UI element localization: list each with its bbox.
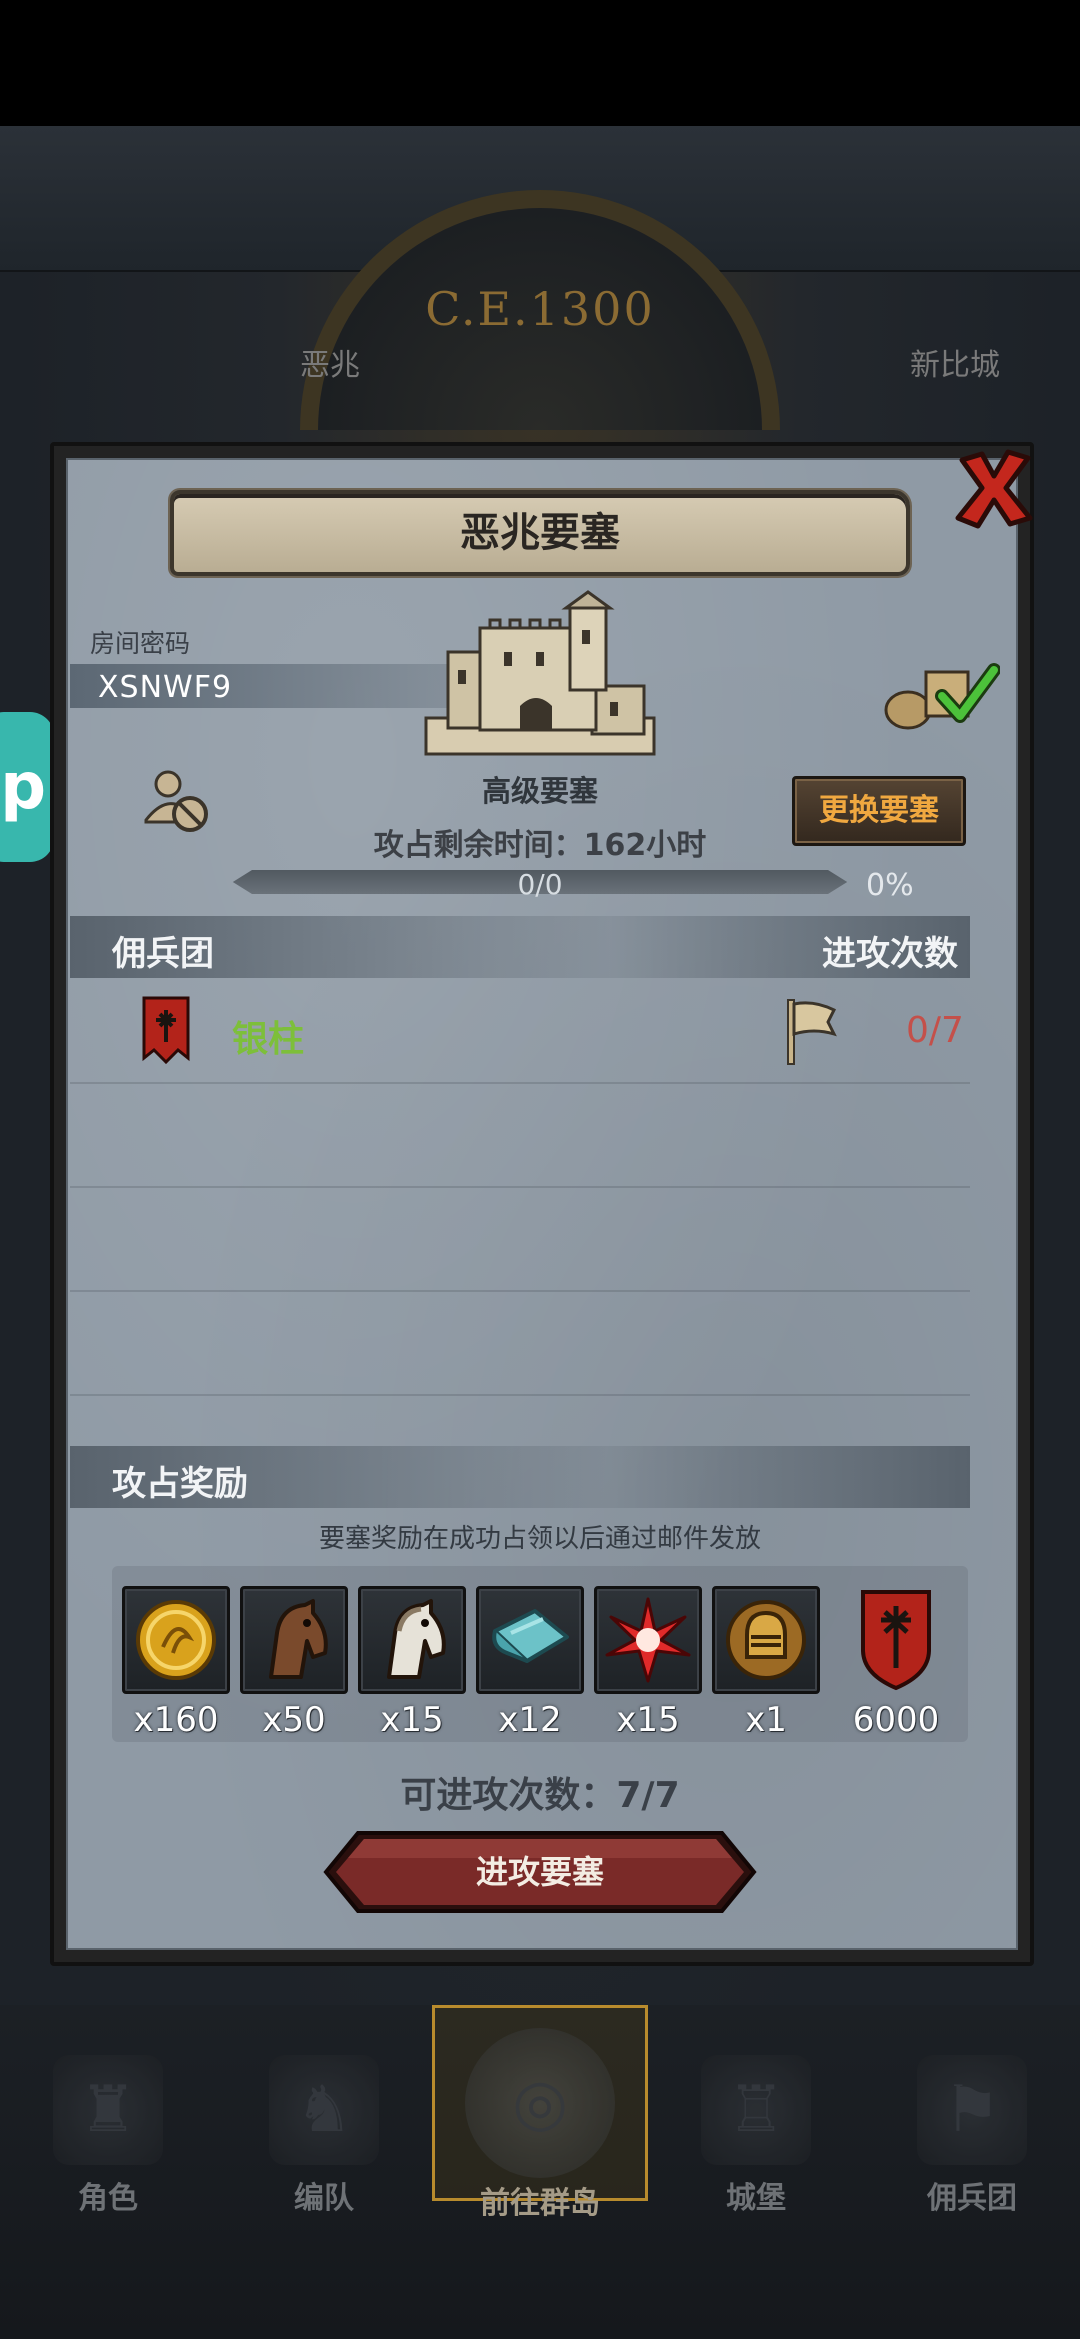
gold-coin-icon [136,1600,216,1680]
nav-label: 佣兵团 [927,2181,1017,2216]
islands-compass-icon: ◎ [465,2028,615,2178]
empty-row [70,1084,970,1188]
mercenary-flag-icon [142,996,190,1065]
mercenary-icon: ⚑ [917,2055,1027,2165]
reward-item[interactable]: x160 [122,1586,230,1740]
reward-header-label: 攻占奖励 [112,1464,248,1504]
character-icon: ♜ [53,2055,163,2165]
guild-banner-icon [861,1590,931,1691]
reward-item[interactable]: 6000 [842,1586,950,1740]
status-bar-area [0,0,1080,126]
attack-fortress-button[interactable]: 进攻要塞 [322,1830,758,1914]
reward-icon-box [712,1586,820,1694]
nav-label: 城堡 [726,2181,786,2216]
mercenary-header-label: 佣兵团 [112,934,214,974]
nav-label: 前往群岛 [480,2186,600,2221]
reward-icon-box [240,1586,348,1694]
nav-item-formation[interactable]: ♞ 编队 [216,2045,432,2245]
room-code-label: 房间密码 [90,629,191,658]
formation-icon: ♞ [269,2055,379,2165]
reward-item[interactable]: x12 [476,1586,584,1740]
reward-qty: x15 [380,1700,444,1740]
nav-item-castle[interactable]: ♖ 城堡 [648,2045,864,2245]
nav-label: 角色 [78,2181,138,2216]
castle-icon: ♖ [701,2055,811,2165]
reward-item[interactable]: x15 [358,1586,466,1740]
empty-row [70,1188,970,1292]
nav-item-character[interactable]: ♜ 角色 [0,2045,216,2245]
reward-icon-box [122,1586,230,1694]
fortress-icon [424,590,656,756]
brown-horse-icon [269,1599,328,1679]
red-star-icon [605,1597,691,1683]
era-label: C.E.1300 [425,282,655,336]
left-city-label: 恶兆 [300,348,360,383]
reward-item[interactable]: x15 [594,1586,702,1740]
supply-check-icon[interactable] [880,652,1000,732]
reward-icon-box [358,1586,466,1694]
right-city-label: 新比城 [910,348,1000,383]
nav-item-mercenary[interactable]: ⚑ 佣兵团 [864,2045,1080,2245]
reward-item[interactable]: x1 [712,1586,820,1740]
bottom-navigation: ♜ 角色 ♞ 编队 ◎ 前往群岛 ♖ 城堡 ⚑ 佣兵团 [0,2005,1080,2339]
cloth-roll-icon [492,1609,569,1663]
dialog-title: 恶兆要塞 [170,490,910,576]
reward-qty: 6000 [852,1700,940,1740]
mercenary-name: 银柱 [232,1019,305,1060]
remaining-time: 攻占剩余时间：162小时 [373,828,707,863]
close-button[interactable] [944,438,1044,538]
attack-button-label: 进攻要塞 [475,1853,604,1891]
reward-qty: x50 [262,1700,326,1740]
white-horse-icon [387,1599,446,1679]
close-icon [955,449,1033,529]
attacks-header-label: 进攻次数 [822,934,958,974]
reward-icon-box [476,1586,584,1694]
attack-flag-icon [787,999,837,1065]
reward-qty: x15 [616,1700,680,1740]
reward-qty: x12 [498,1700,562,1740]
room-code[interactable]: XSNWF9 [98,670,232,705]
empty-row [70,1292,970,1396]
reward-icon-box [594,1586,702,1694]
capture-progress-percent: 0% [866,868,914,903]
nav-item-islands[interactable]: ◎ 前往群岛 [432,2005,648,2221]
knight-helmet-icon [726,1600,806,1680]
reward-qty: x1 [745,1700,787,1740]
reward-note: 要塞奖励在成功占领以后通过邮件发放 [318,1524,761,1554]
attack-attempts: 可进攻次数：7/7 [400,1775,680,1816]
reward-item[interactable]: x50 [240,1586,348,1740]
reward-icon-box [842,1586,950,1694]
nav-label: 编队 [294,2181,354,2216]
reward-qty: x160 [133,1700,219,1740]
mercenary-attacks: 0/7 [906,1010,964,1051]
capture-progress-text: 0/0 [517,868,563,901]
